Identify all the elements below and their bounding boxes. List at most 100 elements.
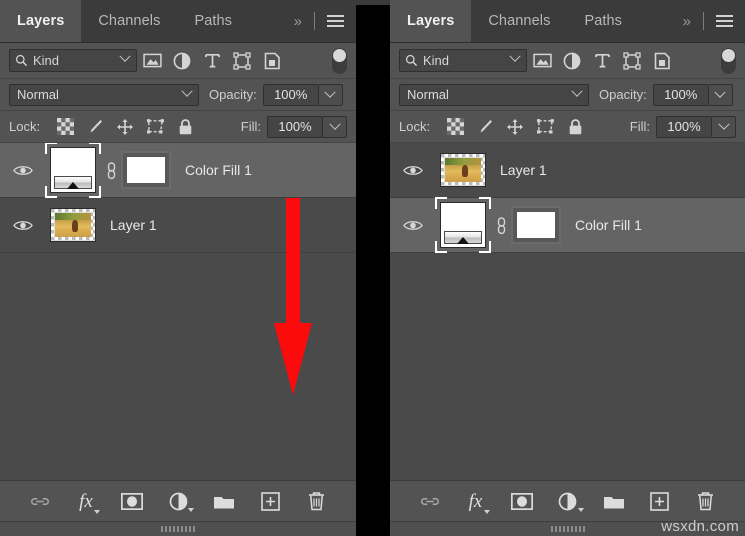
layers-bottom-toolbar-before: fx	[0, 480, 356, 521]
tab-channels-label: Channels	[98, 13, 161, 29]
table-row[interactable]: Layer 1	[0, 198, 356, 253]
table-row[interactable]: Color Fill 1	[0, 143, 356, 198]
link-layers-icon[interactable]	[418, 489, 442, 513]
new-group-icon[interactable]	[602, 489, 626, 513]
panel-tab-bar-before: Layers Channels Paths »	[0, 0, 356, 43]
search-icon	[15, 54, 28, 67]
filter-kind-value: Kind	[423, 53, 450, 68]
gradient-fill-thumbnail[interactable]	[440, 202, 486, 248]
lock-artboard-nesting-icon[interactable]	[530, 118, 560, 135]
fill-input[interactable]: 100%	[656, 115, 712, 138]
blend-mode-select[interactable]: Normal	[9, 83, 199, 106]
pixel-layer-thumbnail[interactable]	[440, 153, 486, 187]
layer-style-fx-icon[interactable]: fx	[464, 489, 490, 514]
fill-stepper-icon[interactable]	[323, 115, 347, 138]
lock-artboard-nesting-icon[interactable]	[140, 118, 170, 135]
panel-menu-icon[interactable]	[325, 13, 346, 29]
tab-paths[interactable]: Paths	[177, 0, 249, 42]
layer-mask-thumbnail[interactable]	[511, 206, 561, 244]
layer-visibility-toggle[interactable]	[390, 164, 435, 177]
adjustment-layer-filter-icon[interactable]	[557, 52, 587, 70]
fill-label: Fill:	[240, 119, 261, 134]
type-layer-filter-icon[interactable]	[197, 52, 227, 69]
layer-filter-row-before: Kind	[0, 43, 356, 79]
pixel-layer-filter-icon[interactable]	[137, 53, 167, 68]
panel-menu-icon[interactable]	[714, 13, 735, 29]
layer-mask-thumbnail[interactable]	[121, 151, 171, 189]
layer-visibility-toggle[interactable]	[0, 219, 45, 232]
layer-list-after[interactable]: Layer 1 Color Fill 1	[390, 143, 745, 480]
opacity-stepper-icon[interactable]	[318, 83, 343, 106]
lock-position-icon[interactable]	[110, 118, 140, 136]
lock-image-pixels-icon[interactable]	[80, 118, 110, 136]
lock-transparent-pixels-icon[interactable]	[50, 118, 80, 135]
fill-input[interactable]: 100%	[267, 115, 323, 138]
blend-mode-row-after: Normal Opacity: 100%	[390, 79, 745, 111]
layer-name: Layer 1	[500, 162, 547, 178]
gradient-fill-thumbnail[interactable]	[50, 147, 96, 193]
new-layer-icon[interactable]	[648, 489, 672, 513]
tab-channels[interactable]: Channels	[471, 0, 567, 42]
table-row[interactable]: Color Fill 1	[390, 197, 745, 253]
opacity-stepper-icon[interactable]	[708, 83, 733, 106]
layer-mask-link-icon[interactable]	[101, 161, 121, 180]
tab-bar-divider	[314, 12, 315, 30]
new-adjustment-layer-icon[interactable]	[556, 489, 584, 513]
shape-layer-filter-icon[interactable]	[617, 51, 647, 70]
delete-layer-icon[interactable]	[694, 489, 718, 513]
smart-object-filter-icon[interactable]	[257, 52, 287, 70]
lock-row-after: Lock: Fill: 100%	[390, 111, 745, 143]
new-group-icon[interactable]	[212, 489, 236, 513]
collapse-to-icons-icon[interactable]: »	[679, 13, 693, 30]
smart-object-filter-icon[interactable]	[647, 52, 677, 70]
tab-channels[interactable]: Channels	[81, 0, 177, 42]
layer-list-before[interactable]: Color Fill 1 Layer 1	[0, 143, 356, 480]
tab-paths-label: Paths	[584, 13, 623, 29]
lock-all-icon[interactable]	[170, 118, 200, 136]
pixel-layer-filter-icon[interactable]	[527, 53, 557, 68]
lock-image-pixels-icon[interactable]	[470, 118, 500, 136]
layer-name: Color Fill 1	[575, 217, 642, 233]
table-row[interactable]: Layer 1	[390, 143, 745, 198]
add-layer-mask-icon[interactable]	[510, 489, 534, 513]
layer-name: Layer 1	[110, 217, 157, 233]
filter-enable-toggle[interactable]	[721, 47, 736, 74]
layer-mask-link-icon[interactable]	[491, 216, 511, 235]
add-layer-mask-icon[interactable]	[120, 489, 144, 513]
filter-enable-toggle[interactable]	[332, 47, 347, 74]
layer-style-fx-icon[interactable]: fx	[74, 489, 100, 514]
new-layer-icon[interactable]	[258, 489, 282, 513]
panel-resize-gripper-before[interactable]	[0, 521, 356, 536]
tab-paths[interactable]: Paths	[567, 0, 639, 42]
type-layer-filter-icon[interactable]	[587, 52, 617, 69]
layer-thumbnails	[45, 208, 96, 242]
site-watermark: wsxdn.com	[661, 518, 739, 535]
chevron-down-icon	[509, 50, 521, 62]
panel-tab-bar-controls: »	[290, 0, 356, 42]
lock-all-icon[interactable]	[560, 118, 590, 136]
opacity-input[interactable]: 100%	[262, 83, 319, 106]
layer-visibility-toggle[interactable]	[390, 219, 435, 232]
blend-mode-select[interactable]: Normal	[399, 83, 589, 106]
filter-kind-select[interactable]: Kind	[399, 49, 527, 72]
opacity-input[interactable]: 100%	[652, 83, 709, 106]
delete-layer-icon[interactable]	[304, 489, 328, 513]
shape-layer-filter-icon[interactable]	[227, 51, 257, 70]
tab-layers[interactable]: Layers	[390, 0, 472, 42]
filter-kind-select[interactable]: Kind	[9, 49, 137, 72]
pixel-layer-thumbnail[interactable]	[50, 208, 96, 242]
chevron-down-icon	[181, 85, 193, 97]
layer-name: Color Fill 1	[185, 162, 252, 178]
collapse-to-icons-icon[interactable]: »	[290, 13, 304, 30]
layer-thumbnails	[435, 197, 561, 253]
adjustment-layer-filter-icon[interactable]	[167, 52, 197, 70]
tab-layers[interactable]: Layers	[0, 0, 82, 42]
lock-position-icon[interactable]	[500, 118, 530, 136]
lock-transparent-pixels-icon[interactable]	[440, 118, 470, 135]
blend-mode-row-before: Normal Opacity: 100%	[0, 79, 356, 111]
layer-visibility-toggle[interactable]	[0, 164, 45, 177]
new-adjustment-layer-icon[interactable]	[166, 489, 194, 513]
lock-label: Lock:	[399, 119, 431, 134]
link-layers-icon[interactable]	[28, 489, 52, 513]
fill-stepper-icon[interactable]	[712, 115, 736, 138]
